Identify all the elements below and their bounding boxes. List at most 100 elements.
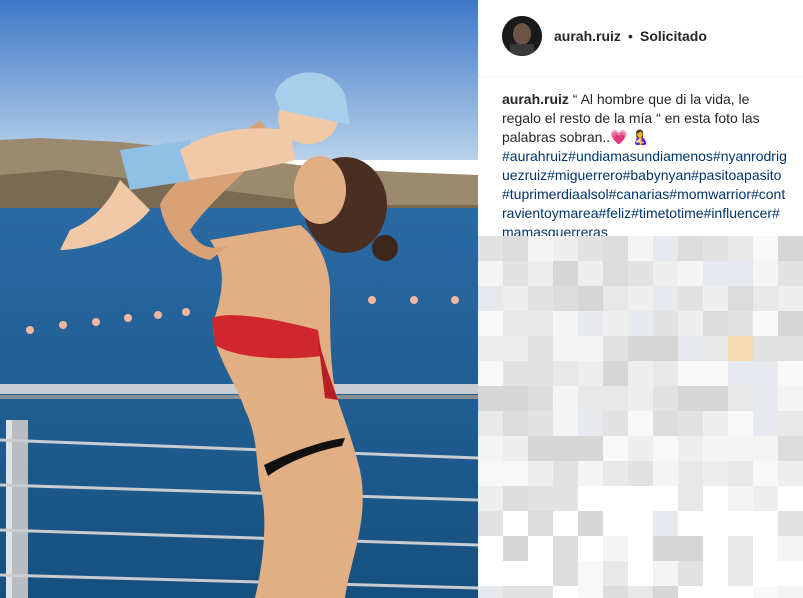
pixelated-comments-area [478,236,803,598]
pixel-block [778,336,803,361]
pixel-block [653,511,678,536]
pixel-block [603,486,628,511]
pixel-block [528,561,553,586]
pixel-block [653,261,678,286]
pixel-block [678,461,703,486]
username-link[interactable]: aurah.ruiz [554,28,621,44]
pixel-block [653,461,678,486]
pixel-block [703,411,728,436]
pixel-block [678,236,703,261]
pixel-block [678,536,703,561]
pixel-block [678,486,703,511]
pixel-block [528,411,553,436]
pixel-block [478,436,503,461]
pixel-block [578,436,603,461]
pixel-block [703,311,728,336]
pixel-block [678,361,703,386]
pixel-block [753,361,778,386]
pixel-block [553,386,578,411]
pixel-block [778,386,803,411]
pixel-block [503,286,528,311]
pixel-block [603,311,628,336]
pixel-block [478,486,503,511]
pixel-block [603,561,628,586]
pixel-block [478,461,503,486]
pixel-block [528,361,553,386]
pixel-block [678,436,703,461]
pixel-block [653,586,678,598]
pixel-block [603,461,628,486]
pixel-block [778,311,803,336]
post-photo[interactable] [0,0,478,598]
post-caption: aurah.ruiz “ Al hombre que di la vida, l… [502,90,787,242]
caption-username-link[interactable]: aurah.ruiz [502,91,569,107]
pixel-block [553,336,578,361]
pixel-block [628,261,653,286]
pixel-block [578,586,603,598]
pixel-block [653,386,678,411]
pixel-block [478,261,503,286]
pixel-block [603,586,628,598]
pixel-block [478,411,503,436]
pixel-block [628,411,653,436]
pixel-block [553,536,578,561]
pixel-block [628,561,653,586]
pixel-block [753,386,778,411]
caption-hashtags[interactable]: #aurahruiz#undiamasundiamenos#nyanrodrig… [502,148,787,240]
pixel-block [678,311,703,336]
pixel-block [653,336,678,361]
pixel-block [478,511,503,536]
pixel-block [703,361,728,386]
pixel-block [778,361,803,386]
pixel-block [503,461,528,486]
pixel-block [553,411,578,436]
separator-dot: • [628,28,633,44]
pixel-block [778,561,803,586]
pixel-block [728,261,753,286]
pixel-block [628,336,653,361]
follow-status-button[interactable]: Solicitado [640,28,707,44]
pixel-block [728,386,753,411]
pixel-block [678,261,703,286]
avatar[interactable] [502,16,542,56]
pixel-block [578,411,603,436]
post-header: aurah.ruiz • Solicitado [478,0,803,77]
pixel-block [478,361,503,386]
pixel-block [703,511,728,536]
pixel-block [528,311,553,336]
pixel-block [503,261,528,286]
pixel-block [528,486,553,511]
pixel-block [653,536,678,561]
pixel-block [728,286,753,311]
pixel-block [703,336,728,361]
pixel-block [653,236,678,261]
pixel-block [528,286,553,311]
pixel-block [703,386,728,411]
pixel-block [553,436,578,461]
pixel-block [503,311,528,336]
pixel-block [728,336,753,361]
pixel-block [628,486,653,511]
pixel-block [553,511,578,536]
pixel-block [478,386,503,411]
pixel-block [753,536,778,561]
pixel-block [553,486,578,511]
pixel-block [628,511,653,536]
pixel-block [603,386,628,411]
pixel-block [628,536,653,561]
pixel-block [628,586,653,598]
pixel-block [678,586,703,598]
pixel-block [478,311,503,336]
pixel-block [728,311,753,336]
pixel-block [628,286,653,311]
pixel-block [653,436,678,461]
pixel-block [503,386,528,411]
pixel-block [528,511,553,536]
pixel-block [628,236,653,261]
pixel-block [503,336,528,361]
pixel-block [578,511,603,536]
pixel-block [703,236,728,261]
pixel-block [778,486,803,511]
pixel-block [678,561,703,586]
post-side-panel: aurah.ruiz • Solicitado aurah.ruiz “ Al … [478,0,803,598]
